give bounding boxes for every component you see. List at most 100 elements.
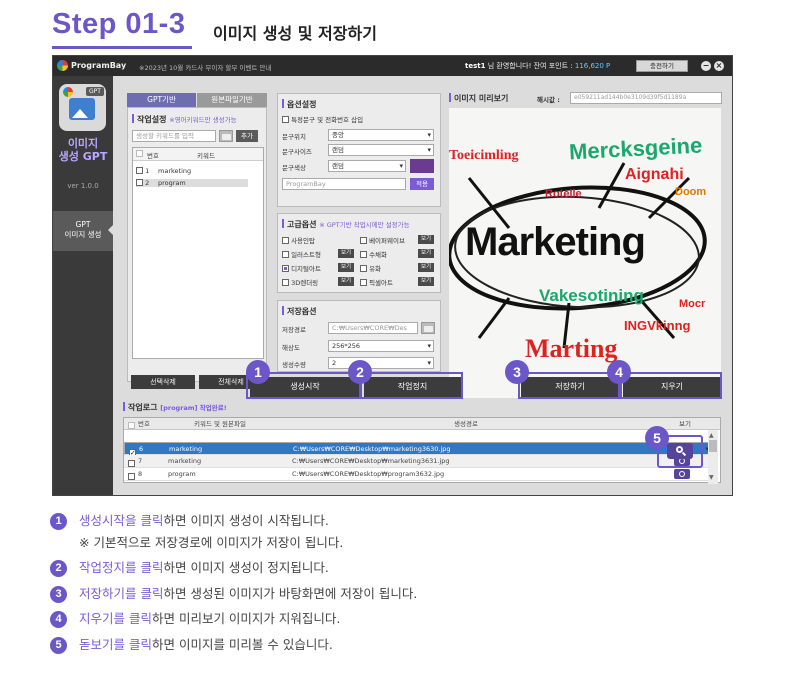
opt-item-5[interactable]: 유화	[360, 263, 381, 273]
col-keyword-file: 키워드 및 원본파일	[194, 420, 246, 428]
log-title-label: 작업로그	[128, 403, 158, 412]
option-setting-panel: 옵션설정 특정문구 및 전화번호 삽입 문구위치 중앙 문구사이즈 랜덤 문구색…	[277, 93, 441, 207]
art-word: Doom	[675, 186, 707, 198]
view-button[interactable]: 보기	[418, 277, 434, 286]
table-row[interactable]: 8 program C:₩Users₩CORE₩Desktop₩program3…	[124, 468, 712, 481]
callout-2: 2	[348, 360, 372, 384]
user-info: test1 님 환영합니다! 잔여 포인트 : 116,620 P	[465, 61, 610, 71]
desc-3: 3 저장하기를 클릭하면 생성된 이미지가 바탕화면에 저장이 됩니다.	[50, 586, 417, 603]
desc-text: 하면 생성된 이미지가 바탕화면에 저장이 됩니다.	[163, 586, 418, 601]
opt-item-0[interactable]: 사용인탑	[282, 235, 315, 245]
row-no: 7	[138, 457, 143, 465]
select-all-checkbox[interactable]	[136, 150, 143, 158]
art-word: Rotelle	[545, 188, 582, 200]
view-button[interactable]: 보기	[338, 277, 354, 286]
folder-icon[interactable]	[219, 130, 233, 142]
preview-title-label: 이미지 미리보기	[454, 94, 509, 103]
special-text-checkbox[interactable]: 특정문구 및 전화번호 삽입	[282, 114, 363, 124]
save-option-title: 저장옵션	[282, 306, 316, 317]
color-select[interactable]: 랜덤	[328, 160, 406, 172]
desc-text: 하면 이미지 생성이 시작됩니다.	[163, 513, 329, 528]
scroll-down-icon[interactable]: ▼	[709, 474, 714, 481]
save-option-label: 저장옵션	[287, 307, 317, 316]
menu-line1: GPT	[75, 220, 91, 229]
desc-4: 4 지우기를 클릭하면 미리보기 이미지가 지워집니다.	[50, 611, 340, 628]
desc-num: 1	[50, 513, 67, 530]
mountain-icon	[72, 109, 88, 118]
keyword-list: 번호 키워드 1 marketing 2 program	[132, 147, 264, 359]
minimize-icon[interactable]: −	[701, 61, 711, 71]
tab-gpt-based[interactable]: GPT기반	[127, 93, 196, 107]
select-delete-button[interactable]: 선택삭제	[131, 375, 195, 389]
size-select[interactable]: 랜덤	[328, 144, 434, 156]
close-icon[interactable]: ×	[714, 61, 724, 71]
table-row[interactable]: 7 marketing C:₩Users₩CORE₩Desktop₩market…	[124, 455, 712, 468]
desc-highlight: 돋보기를 클릭	[79, 637, 152, 652]
row-checkbox[interactable]	[128, 460, 135, 467]
brand-name: ProgramBay	[71, 61, 127, 70]
opt-item-6[interactable]: 3D렌더링	[282, 277, 318, 287]
position-label: 문구위치	[282, 133, 306, 141]
log-scrollbar[interactable]: ▲ ▼	[708, 430, 718, 484]
opt-item-2[interactable]: 일러스트형	[282, 249, 321, 259]
desc-2: 2 작업정지를 클릭하면 이미지 생성이 정지됩니다.	[50, 560, 329, 577]
keyword-input[interactable]: 생성할 키워드를 입력	[132, 130, 216, 142]
charge-button[interactable]: 충전하기	[636, 60, 688, 72]
view-button[interactable]: 보기	[338, 249, 354, 258]
opt-item-4[interactable]: 디지털아트	[282, 263, 321, 273]
save-path-input[interactable]: C:₩Users₩CORE₩Des	[328, 322, 418, 334]
view-button[interactable]: 보기	[338, 263, 354, 272]
view-button[interactable]: 보기	[418, 249, 434, 258]
callout-5: 5	[645, 426, 669, 450]
desc-num: 2	[50, 560, 67, 577]
user-name: test1	[465, 62, 486, 70]
opt-label: 픽셀아트	[369, 279, 393, 287]
resolution-select[interactable]: 256*256	[328, 340, 434, 352]
table-row[interactable]: 6 marketing C:₩Users₩CORE₩Desktop₩market…	[124, 442, 712, 456]
row-no: 2	[145, 179, 150, 187]
advanced-title-label: 고급옵션	[287, 220, 317, 229]
art-word: Toeicimling	[449, 148, 519, 163]
list-item[interactable]: 2 program	[136, 179, 248, 187]
event-notice-link[interactable]: ※2023년 10월 카드사 무이자 할부 이벤트 안내	[139, 62, 271, 72]
row-keyword: marketing	[168, 457, 202, 465]
apply-button[interactable]: 적용	[410, 178, 434, 190]
color-swatch[interactable]	[410, 159, 434, 173]
desc-text: 하면 이미지 생성이 정지됩니다.	[163, 560, 329, 575]
active-arrow-icon	[108, 223, 115, 237]
view-button[interactable]: 보기	[418, 235, 434, 244]
log-title: 작업로그 [program] 작업완료!	[123, 402, 227, 413]
advanced-option-panel: 고급옵션 ※ GPT기반 작업시에만 설정가능 사용인탑 베이퍼웨이브 보기 일…	[277, 213, 441, 293]
count-select[interactable]: 2	[328, 357, 434, 369]
title-bar: ProgramBay ※2023년 10월 카드사 무이자 할부 이벤트 안내 …	[53, 56, 732, 76]
opt-item-7[interactable]: 픽셀아트	[360, 277, 393, 287]
add-keyword-button[interactable]: 추가	[236, 130, 258, 142]
tab-file-based[interactable]: 원본파일기반	[197, 93, 267, 107]
art-word: Mocr	[679, 298, 706, 310]
magnifier-icon[interactable]	[674, 469, 690, 479]
work-setting-label: 작업설정	[137, 115, 167, 124]
col-view: 보기	[679, 420, 691, 428]
desc-text: 하면 미리보기 이미지가 지워집니다.	[151, 611, 341, 626]
advanced-title: 고급옵션 ※ GPT기반 작업시에만 설정가능	[282, 219, 410, 230]
opt-item-3[interactable]: 수채화	[360, 249, 387, 259]
folder-icon[interactable]	[421, 322, 435, 334]
highlight-clear	[620, 372, 722, 399]
scroll-thumb[interactable]	[709, 440, 717, 452]
view-button[interactable]: 보기	[418, 263, 434, 272]
text-input[interactable]: ProgramBay	[282, 178, 406, 190]
app-window: ProgramBay ※2023년 10월 카드사 무이자 할부 이벤트 안내 …	[52, 55, 733, 496]
row-checkbox[interactable]	[128, 473, 135, 480]
desc-highlight: 작업정지를 클릭	[79, 560, 164, 575]
log-select-all[interactable]	[128, 420, 135, 432]
row-path: C:₩Users₩CORE₩Desktop₩marketing3631.jpg	[292, 457, 450, 465]
col-path: 생성경로	[454, 420, 478, 428]
opt-item-1[interactable]: 베이퍼웨이브	[360, 235, 405, 245]
seed-value[interactable]: e059211ad144b0e3109d39f5d1189a	[570, 92, 722, 104]
app-image-icon: GPT	[59, 84, 106, 131]
list-item[interactable]: 1 marketing	[136, 167, 248, 175]
position-select[interactable]: 중앙	[328, 129, 434, 141]
sidebar-item-gpt-image[interactable]: GPT 이미지 생성	[53, 211, 113, 251]
scroll-up-icon[interactable]: ▲	[709, 432, 714, 439]
color-label: 문구색상	[282, 164, 306, 172]
